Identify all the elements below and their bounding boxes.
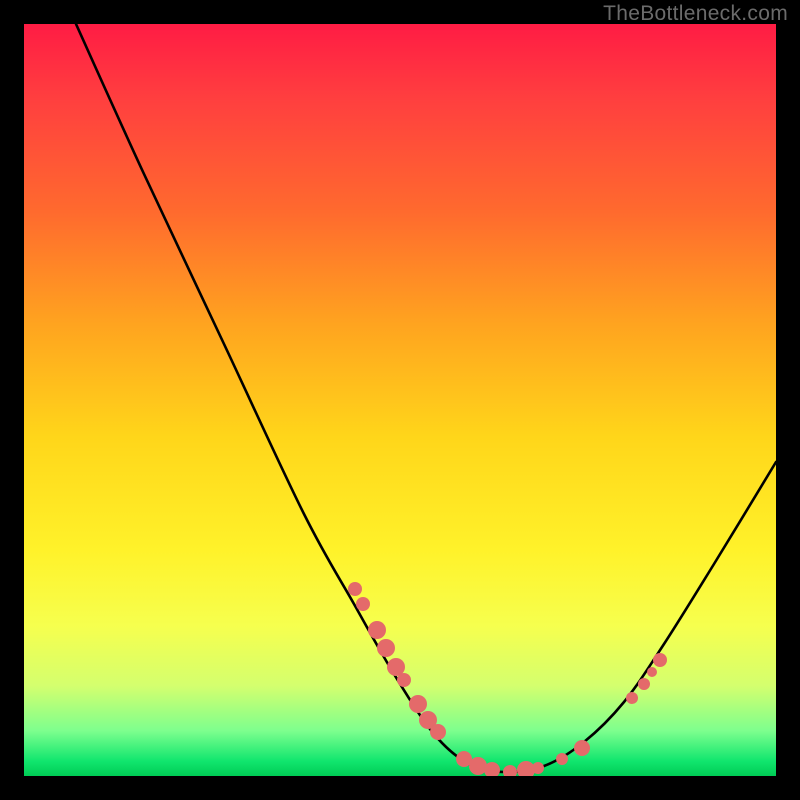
chart-plot-area — [24, 24, 776, 776]
watermark-text: TheBottleneck.com — [603, 2, 788, 26]
highlight-dot — [503, 765, 517, 776]
bottleneck-curve — [76, 24, 776, 772]
highlight-dot — [653, 653, 667, 667]
highlight-dot — [647, 667, 657, 677]
highlight-dot — [377, 639, 395, 657]
highlight-dot — [368, 621, 386, 639]
highlight-dot — [348, 582, 362, 596]
highlight-dot — [532, 762, 544, 774]
highlight-dot — [626, 692, 638, 704]
highlight-dot — [638, 678, 650, 690]
highlight-dot — [574, 740, 590, 756]
highlight-dot — [430, 724, 446, 740]
highlight-dot — [409, 695, 427, 713]
bottleneck-curve-svg — [24, 24, 776, 776]
highlight-dot — [556, 753, 568, 765]
highlight-dot — [469, 757, 487, 775]
highlight-dot — [356, 597, 370, 611]
highlight-dot — [397, 673, 411, 687]
